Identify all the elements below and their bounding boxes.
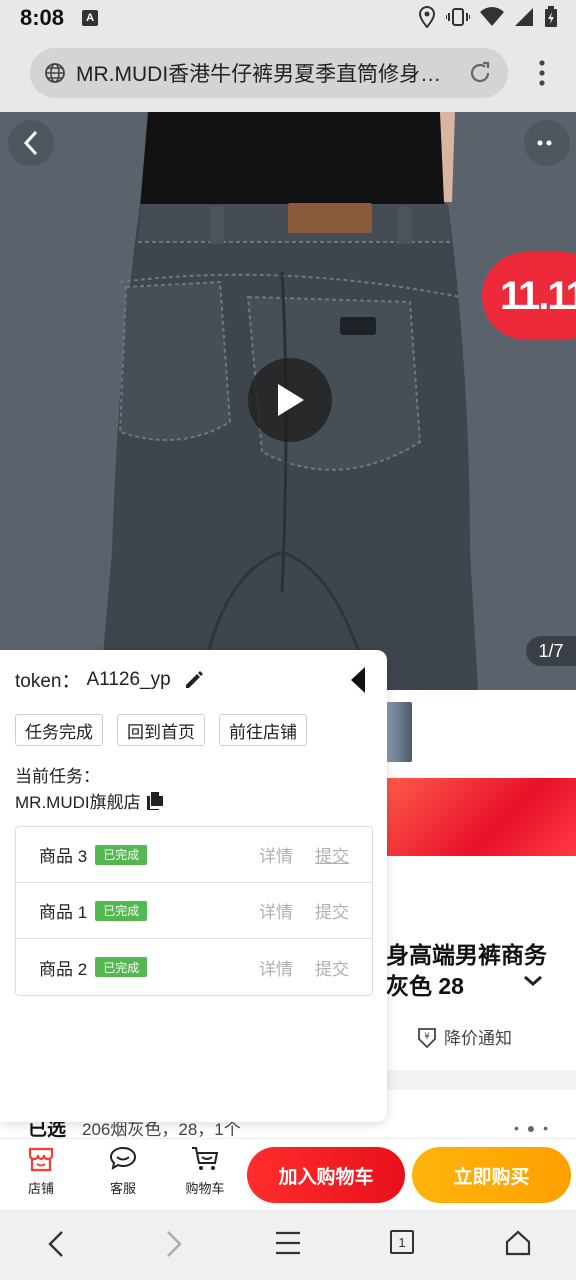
double-eleven-badge[interactable]: 11.11 [482,252,576,340]
price-notify-label: 降价通知 [444,1029,512,1048]
store-label: 店铺 [27,1181,54,1196]
back-home-button[interactable]: 回到首页 [117,714,205,746]
browser-menu-icon[interactable] [538,60,546,86]
edit-pencil-icon[interactable] [183,669,205,691]
svg-text:¥: ¥ [424,1032,430,1042]
browser-toolbar: MR.MUDI香港牛仔裤男夏季直筒修身… [0,36,576,112]
panel-buttons: 任务完成 回到首页 前往店铺 [15,714,307,746]
play-icon [278,384,304,416]
collapse-triangle-icon[interactable] [350,666,366,694]
copy-icon[interactable] [145,791,165,811]
browser-nav-bar: 1 [0,1210,576,1280]
globe-icon [45,63,65,83]
back-arrow-icon[interactable] [46,1230,66,1258]
done-status-badge: 已完成 [95,844,148,865]
vibrate-icon [446,8,470,26]
token-row: token： A1126_yp [15,666,205,693]
add-to-cart-button[interactable]: 加入购物车 [247,1147,405,1203]
cart-tab[interactable]: 购物车 [175,1145,235,1197]
store-tab[interactable]: 店铺 [11,1145,71,1197]
done-status-badge: 已完成 [95,900,148,921]
address-bar[interactable]: MR.MUDI香港牛仔裤男夏季直筒修身… [30,48,508,98]
more-button[interactable] [524,120,570,166]
token-label: token： [15,671,81,692]
tabs-count-icon[interactable]: 1 [390,1230,414,1254]
status-time: 8:08 [20,5,65,30]
task-list: 商品 3 已完成 详情 提交 商品 1 已完成 详情 提交 商品 2 已完成 详… [15,826,373,996]
service-tab[interactable]: 客服 [93,1145,153,1197]
price-drop-notify[interactable]: ¥ 降价通知 [416,1024,512,1049]
back-button[interactable] [8,120,54,166]
menu-lines-icon[interactable] [275,1230,301,1256]
more-options-icon[interactable]: • ● • [514,1120,550,1136]
image-page-indicator: 1/7 [526,636,576,666]
task-item-name: 商品 3 [39,847,88,866]
product-action-bar: 店铺 客服 购物车 加入购物车 立即购买 [0,1138,576,1210]
task-row: 商品 2 已完成 详情 提交 [16,939,372,995]
cart-label: 购物车 [185,1181,225,1196]
current-task-row: MR.MUDI旗舰店 [15,788,165,813]
promo-banner[interactable] [386,778,576,856]
forward-arrow-icon[interactable] [164,1230,184,1258]
status-icons [418,6,558,28]
task-complete-button[interactable]: 任务完成 [15,714,103,746]
current-task-label: 当前任务： [15,767,100,786]
buy-now-button[interactable]: 立即购买 [412,1147,571,1203]
service-label: 客服 [109,1181,136,1196]
product-image[interactable]: 11.11 1/7 [0,112,576,690]
token-value: A1126_yp [86,668,171,690]
url-title: MR.MUDI香港牛仔裤男夏季直筒修身… [76,63,442,86]
battery-icon [545,6,557,27]
task-row: 商品 3 已完成 详情 提交 [16,827,372,883]
notification-a-icon: A [82,10,99,26]
status-bar: 8:08 A [0,0,576,36]
reload-icon[interactable] [466,59,494,87]
go-to-store-button[interactable]: 前往店铺 [219,714,307,746]
task-item-name: 商品 1 [39,903,88,922]
task-submit-link[interactable]: 提交 [315,842,349,867]
shopping-cart-icon [192,1147,219,1170]
wifi-icon [480,7,504,27]
chevron-left-icon [23,130,38,156]
current-task-value: MR.MUDI旗舰店 [15,793,141,812]
task-submit-link[interactable]: 提交 [315,955,349,980]
signal-icon [515,8,533,26]
task-item-name: 商品 2 [39,959,88,979]
task-submit-link[interactable]: 提交 [315,898,349,923]
sku-thumbnail[interactable] [386,702,412,762]
customer-service-icon [109,1146,137,1171]
more-dots-icon [537,140,552,146]
done-status-badge: 已完成 [95,957,148,977]
product-title: 身高端男裤商务 灰色 28 [386,940,547,1002]
chevron-down-icon[interactable] [522,974,544,988]
task-row: 商品 1 已完成 详情 提交 [16,883,372,939]
task-detail-link[interactable]: 详情 [259,898,293,923]
price-tag-icon: ¥ [418,1027,436,1048]
home-icon[interactable] [504,1230,532,1256]
product-title-line1: 身高端男裤商务 [386,942,547,968]
store-icon [28,1147,54,1172]
task-panel: token： A1126_yp 任务完成 回到首页 前往店铺 当前任务： MR.… [0,650,387,1122]
task-detail-link[interactable]: 详情 [259,955,293,980]
task-detail-link[interactable]: 详情 [259,842,293,867]
location-icon [418,6,436,28]
play-video-button[interactable] [248,358,332,442]
